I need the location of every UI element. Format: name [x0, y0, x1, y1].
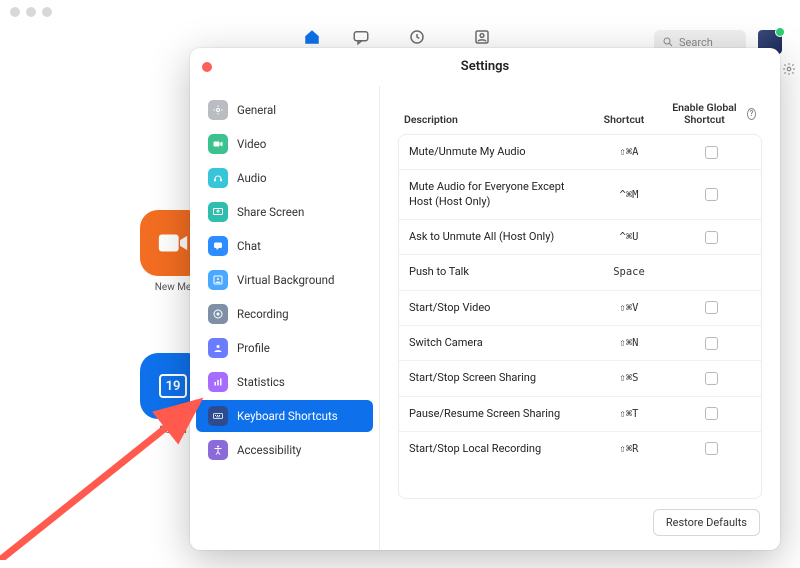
vbg-icon [208, 270, 228, 290]
shortcut-description: Start/Stop Video [409, 301, 587, 315]
annotation-arrow [0, 340, 220, 560]
shortcut-row[interactable]: Start/Stop Video⇧⌘V [399, 291, 761, 326]
close-window-dot[interactable] [10, 7, 20, 17]
chat-icon [208, 236, 228, 256]
sidebar-item-audio[interactable]: Audio [196, 162, 373, 194]
shortcut-description: Switch Camera [409, 336, 587, 350]
shortcut-row[interactable]: Switch Camera⇧⌘N [399, 326, 761, 361]
global-shortcut-checkbox[interactable] [705, 301, 718, 314]
global-shortcut-checkbox[interactable] [705, 231, 718, 244]
meetings-icon [408, 28, 426, 46]
sidebar-item-video[interactable]: Video [196, 128, 373, 160]
shortcut-row[interactable]: Push to TalkSpace [399, 255, 761, 290]
global-shortcut-checkbox[interactable] [705, 188, 718, 201]
shortcut-row[interactable]: Start/Stop Screen Sharing⇧⌘S [399, 361, 761, 396]
new-meeting-label: New Me [155, 282, 191, 293]
chat-icon [352, 28, 370, 46]
shortcuts-list[interactable]: Mute/Unmute My Audio⇧⌘A Mute Audio for Ev… [398, 134, 762, 499]
shortcut-keys[interactable]: ⇧⌘T [587, 408, 671, 420]
rec-icon [208, 304, 228, 324]
shortcuts-pane: Description Shortcut Enable Global Short… [380, 86, 780, 550]
gear-icon [208, 100, 228, 120]
shortcut-row[interactable]: Start/Stop Local Recording⇧⌘R [399, 432, 761, 466]
maximize-window-dot[interactable] [42, 7, 52, 17]
share-icon [208, 202, 228, 222]
shortcut-description: Mute Audio for Everyone Except Host (Hos… [409, 180, 587, 209]
sidebar-item-chat[interactable]: Chat [196, 230, 373, 262]
audio-icon [208, 168, 228, 188]
shortcut-row[interactable]: Pause/Resume Screen Sharing⇧⌘T [399, 397, 761, 432]
close-icon[interactable] [202, 62, 212, 72]
shortcut-keys[interactable]: ⇧⌘S [587, 372, 671, 384]
settings-modal: Settings GeneralVideoAudioShare ScreenCh… [190, 48, 780, 550]
restore-defaults-button[interactable]: Restore Defaults [653, 509, 760, 536]
shortcut-row[interactable]: Mute Audio for Everyone Except Host (Hos… [399, 170, 761, 220]
sidebar-item-profile[interactable]: Profile [196, 332, 373, 364]
shortcut-keys[interactable]: ⇧⌘A [587, 146, 671, 158]
column-headers: Description Shortcut Enable Global Short… [398, 98, 762, 134]
sidebar-item-share-screen[interactable]: Share Screen [196, 196, 373, 228]
shortcut-description: Ask to Unmute All (Host Only) [409, 230, 587, 244]
sidebar-item-keyboard-shortcuts[interactable]: Keyboard Shortcuts [196, 400, 373, 432]
col-description: Description [404, 113, 582, 126]
col-shortcut: Shortcut [582, 113, 666, 126]
sidebar-item-virtual-background[interactable]: Virtual Background [196, 264, 373, 296]
modal-header: Settings [190, 48, 780, 86]
col-global: Enable Global Shortcut ? [666, 102, 756, 126]
global-shortcut-checkbox[interactable] [705, 372, 718, 385]
home-icon [303, 28, 321, 46]
window-titlebar [0, 0, 800, 24]
global-shortcut-checkbox[interactable] [705, 407, 718, 420]
shortcut-description: Start/Stop Local Recording [409, 442, 587, 456]
shortcut-keys[interactable]: ⇧⌘R [587, 443, 671, 455]
sidebar-item-accessibility[interactable]: Accessibility [196, 434, 373, 466]
global-shortcut-checkbox[interactable] [705, 146, 718, 159]
minimize-window-dot[interactable] [26, 7, 36, 17]
sidebar-item-statistics[interactable]: Statistics [196, 366, 373, 398]
shortcut-keys[interactable]: Space [587, 266, 671, 278]
shortcut-description: Mute/Unmute My Audio [409, 145, 587, 159]
search-placeholder: Search [679, 36, 713, 49]
modal-title: Settings [461, 59, 509, 74]
global-shortcut-checkbox[interactable] [705, 337, 718, 350]
search-icon [662, 36, 674, 48]
shortcut-description: Pause/Resume Screen Sharing [409, 407, 587, 421]
shortcut-description: Start/Stop Screen Sharing [409, 371, 587, 385]
gear-icon[interactable] [782, 61, 796, 80]
global-shortcut-checkbox[interactable] [705, 442, 718, 455]
video-icon [208, 134, 228, 154]
shortcut-row[interactable]: Ask to Unmute All (Host Only)^⌘U [399, 220, 761, 255]
help-icon[interactable]: ? [747, 108, 756, 120]
shortcut-keys[interactable]: ^⌘M [587, 189, 671, 201]
shortcut-row[interactable]: Mute/Unmute My Audio⇧⌘A [399, 135, 761, 170]
sidebar-item-recording[interactable]: Recording [196, 298, 373, 330]
shortcut-keys[interactable]: ^⌘U [587, 231, 671, 243]
shortcut-keys[interactable]: ⇧⌘V [587, 302, 671, 314]
shortcut-keys[interactable]: ⇧⌘N [587, 337, 671, 349]
sidebar-item-general[interactable]: General [196, 94, 373, 126]
shortcut-description: Push to Talk [409, 265, 587, 279]
contacts-icon [473, 28, 491, 46]
